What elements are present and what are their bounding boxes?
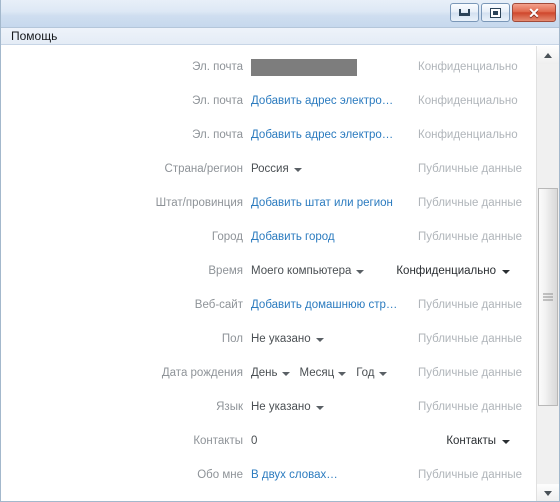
profile-row-state: Штат/провинция Добавить штат или регион … <box>1 186 538 220</box>
arrow-down-icon <box>544 490 552 496</box>
profile-row-contacts: Контакты 0 Контакты <box>1 424 538 458</box>
privacy-dropdown[interactable]: Конфиденциально <box>396 265 510 277</box>
add-email-link[interactable]: Добавить адрес электро… <box>251 95 410 107</box>
chevron-down-icon <box>281 372 290 376</box>
scroll-down-button[interactable] <box>537 484 559 501</box>
field-label: Дата рождения <box>161 367 243 379</box>
vertical-scrollbar[interactable] <box>536 46 559 501</box>
gender-value: Не указано <box>251 333 311 345</box>
birth-year-value: Год <box>356 367 375 379</box>
chevron-down-icon <box>356 270 365 274</box>
field-label: Страна/регион <box>164 163 243 175</box>
time-dropdown[interactable]: Моего компьютера <box>251 265 410 277</box>
gender-dropdown[interactable]: Не указано <box>251 333 410 345</box>
privacy-label: Публичные данные <box>418 401 523 413</box>
about-me-link[interactable]: В двух словах… <box>251 469 410 481</box>
field-label: Эл. почта <box>192 129 243 141</box>
close-button[interactable]: ✕ <box>512 3 556 22</box>
profile-row-website: Веб-сайт Добавить домашнюю стр… Публичны… <box>1 288 538 322</box>
field-label: Пол <box>221 333 243 345</box>
profile-row-birthdate: Дата рождения День Месяц Год Публичные д… <box>1 356 538 390</box>
add-state-link[interactable]: Добавить штат или регион <box>251 197 410 209</box>
profile-row-gender: Пол Не указано Публичные данные <box>1 322 538 356</box>
birth-month-value: Месяц <box>299 367 335 379</box>
privacy-label: Конфиденциально <box>418 61 518 73</box>
country-dropdown[interactable]: Россия <box>251 163 410 175</box>
profile-fields-list: Эл. почта Конфиденциально Эл. почта Доба… <box>1 46 538 501</box>
profile-row-email-1: Эл. почта Конфиденциально <box>1 50 538 84</box>
privacy-label: Конфиденциально <box>418 95 518 107</box>
profile-row-time: Время Моего компьютера Конфиденциально <box>1 254 538 288</box>
country-value: Россия <box>251 163 289 175</box>
redacted-value-box <box>251 58 357 76</box>
minimize-button[interactable] <box>450 3 479 22</box>
field-label: Обо мне <box>197 469 243 481</box>
privacy-label: Публичные данные <box>418 163 523 175</box>
add-email-link[interactable]: Добавить адрес электро… <box>251 129 410 141</box>
chevron-down-icon <box>502 270 510 274</box>
profile-row-email-3: Эл. почта Добавить адрес электро… Конфид… <box>1 118 538 152</box>
contacts-privacy-value: Контакты <box>446 435 496 447</box>
field-label: Язык <box>216 401 243 413</box>
privacy-label: Конфиденциально <box>418 129 518 141</box>
profile-row-city: Город Добавить город Публичные данные <box>1 220 538 254</box>
language-dropdown[interactable]: Не указано <box>251 401 410 413</box>
scrollbar-grip-icon <box>543 293 553 301</box>
privacy-label: Публичные данные <box>418 469 523 481</box>
field-label: Эл. почта <box>192 95 243 107</box>
birth-month-dropdown[interactable]: Месяц <box>300 367 347 379</box>
contacts-dropdown[interactable]: Контакты <box>446 435 510 447</box>
window-controls: ✕ <box>450 3 556 22</box>
scrollbar-thumb[interactable] <box>538 188 558 406</box>
time-value: Моего компьютера <box>251 265 352 277</box>
field-label: Контакты <box>193 435 243 447</box>
privacy-label: Публичные данные <box>418 333 523 345</box>
chevron-down-icon <box>315 338 324 342</box>
scroll-up-button[interactable] <box>537 46 559 64</box>
chevron-down-icon <box>502 440 510 444</box>
privacy-label: Публичные данные <box>418 197 523 209</box>
privacy-label: Публичные данные <box>418 231 523 243</box>
chevron-down-icon <box>378 372 387 376</box>
field-label: Время <box>208 265 243 277</box>
field-label: Город <box>211 231 243 243</box>
profile-window: ✕ Помощь Эл. почта Конфиденциально Эл. п… <box>0 0 560 502</box>
maximize-icon <box>490 7 501 18</box>
language-value: Не указано <box>251 401 311 413</box>
arrow-up-icon <box>544 52 552 58</box>
birthdate-group: День Месяц Год <box>251 367 410 379</box>
chevron-down-icon <box>293 168 302 172</box>
field-label: Штат/провинция <box>155 197 243 209</box>
contacts-count: 0 <box>251 435 258 447</box>
menu-bar: Помощь <box>1 28 559 45</box>
menu-item-help[interactable]: Помощь <box>8 29 60 43</box>
field-label: Эл. почта <box>192 61 243 73</box>
field-value-redacted <box>251 58 410 76</box>
add-city-link[interactable]: Добавить город <box>251 231 410 243</box>
add-homepage-link[interactable]: Добавить домашнюю стр… <box>251 299 410 311</box>
profile-row-email-2: Эл. почта Добавить адрес электро… Конфид… <box>1 84 538 118</box>
privacy-label: Публичные данные <box>418 299 523 311</box>
birth-year-dropdown[interactable]: Год <box>356 367 387 379</box>
profile-row-about: Обо мне В двух словах… Публичные данные <box>1 458 538 492</box>
window-titlebar: ✕ <box>1 0 559 28</box>
close-icon: ✕ <box>528 4 540 21</box>
privacy-label: Публичные данные <box>418 367 523 379</box>
privacy-value: Конфиденциально <box>396 265 496 277</box>
birth-day-dropdown[interactable]: День <box>251 367 290 379</box>
chevron-down-icon <box>338 372 347 376</box>
maximize-button[interactable] <box>481 3 510 22</box>
profile-row-country: Страна/регион Россия Публичные данные <box>1 152 538 186</box>
chevron-down-icon <box>315 406 324 410</box>
field-label: Веб-сайт <box>194 299 243 311</box>
profile-row-language: Язык Не указано Публичные данные <box>1 390 538 424</box>
birth-day-value: День <box>251 367 278 379</box>
minimize-icon <box>459 9 470 16</box>
